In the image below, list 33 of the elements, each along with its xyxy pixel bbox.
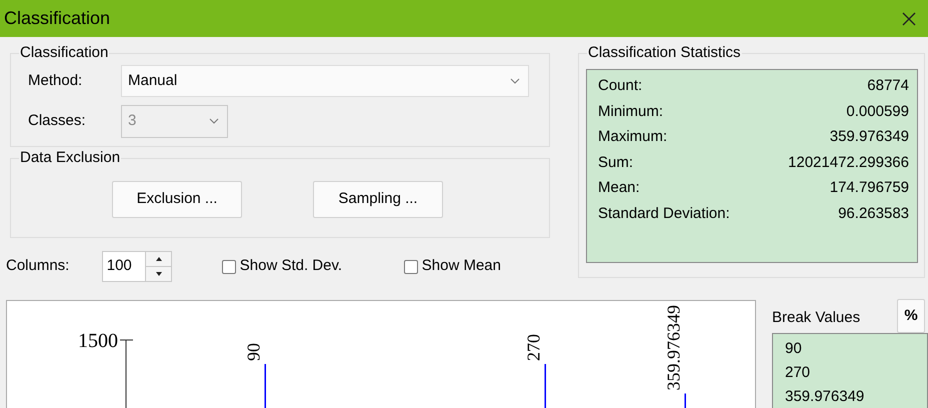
stat-value: 174.796759 — [830, 178, 909, 198]
stat-value: 96.263583 — [838, 204, 909, 224]
checkbox[interactable] — [404, 260, 418, 274]
columns-spinner[interactable]: 100 — [102, 251, 172, 282]
window-title: Classification — [4, 7, 110, 30]
stat-label: Sum: — [598, 152, 634, 172]
stat-label: Mean: — [598, 178, 640, 198]
stat-label: Minimum: — [598, 102, 664, 122]
action-button[interactable]: Exclusion ... — [112, 181, 242, 218]
percent-button[interactable]: % — [897, 299, 925, 333]
list-item[interactable]: 359.976349 — [785, 385, 915, 408]
stat-value: 68774 — [867, 76, 909, 96]
stat-label: Maximum: — [598, 127, 668, 147]
stat-label: Standard Deviation: — [598, 204, 730, 224]
field-label: Classes: — [28, 110, 87, 131]
method-dropdown[interactable]: Manual — [121, 65, 529, 97]
stat-label: Count: — [598, 76, 642, 96]
stat-value: 12021472.299366 — [788, 152, 909, 172]
axis-label: 1500 — [78, 330, 118, 352]
chevron-icon — [510, 78, 520, 84]
list-item[interactable]: 90 — [785, 337, 915, 361]
y-axis — [120, 340, 134, 408]
stat-value: 359.976349 — [830, 127, 909, 147]
stat-value: 0.000599 — [846, 102, 909, 122]
field-label: Columns: — [6, 256, 70, 276]
section-title: Break Values — [772, 308, 860, 328]
chevron-icon — [209, 118, 219, 124]
checkbox[interactable] — [222, 260, 236, 274]
checkbox-label: Show Mean — [422, 256, 501, 276]
action-button[interactable]: Sampling ... — [313, 181, 443, 218]
checkbox-label: Show Std. Dev. — [240, 256, 342, 276]
field-label: Method: — [28, 70, 84, 91]
list-item[interactable]: 270 — [785, 361, 915, 385]
